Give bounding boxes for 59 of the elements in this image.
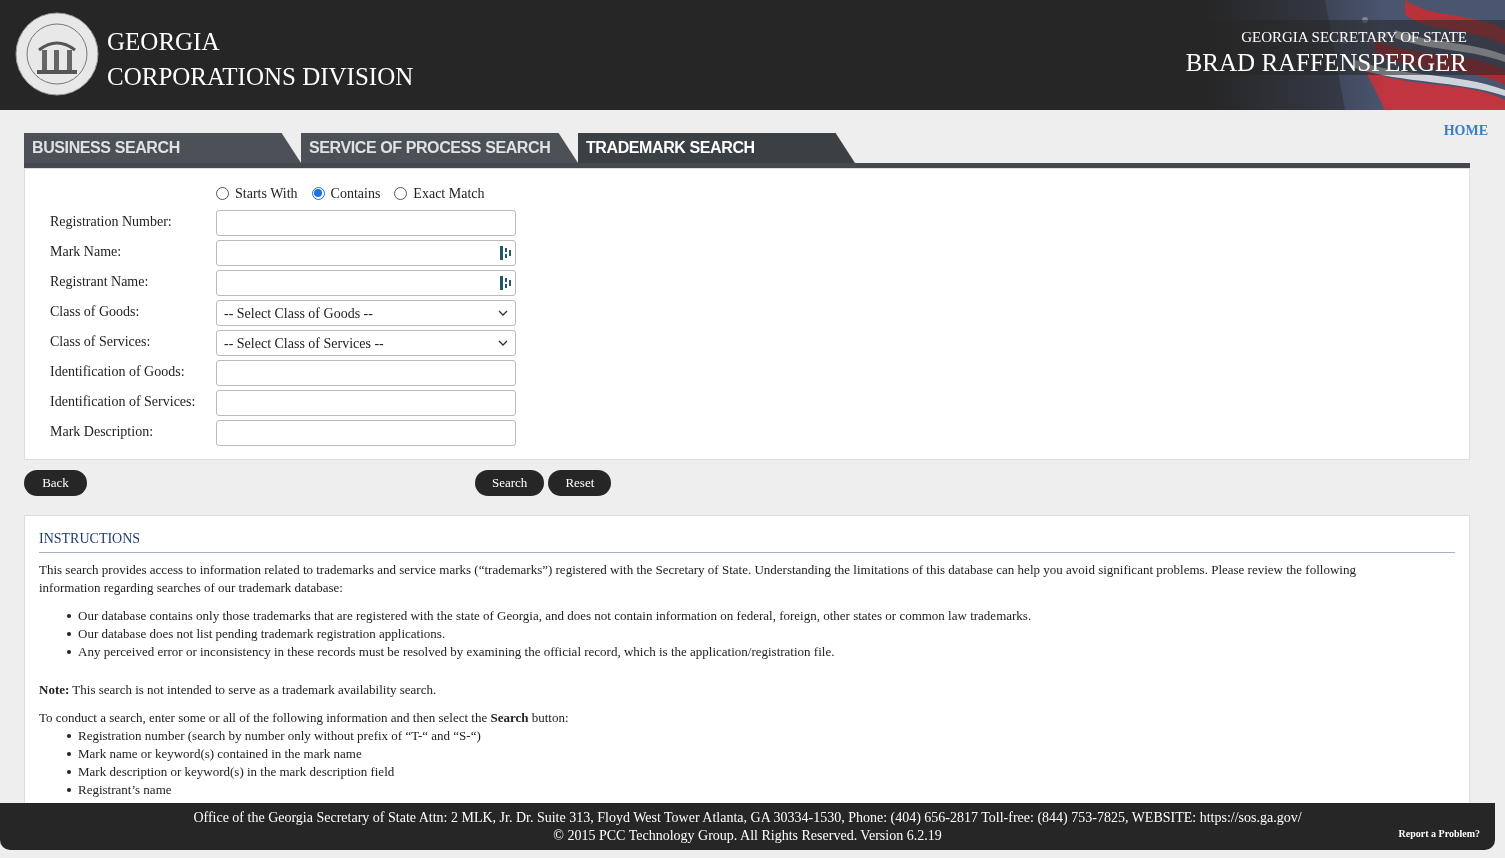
site-title: CORPORATIONS DIVISION xyxy=(107,62,414,92)
bullet-text: Registrant’s name xyxy=(78,781,172,799)
field-label: Class of Services: xyxy=(49,333,152,351)
note-text: Note: This search is not intended to serve as a trademark availability search. xyxy=(39,681,438,699)
radio-button[interactable] xyxy=(311,186,325,200)
back-button[interactable]: Back xyxy=(24,470,87,496)
bullet-text: Our database contains only those trademarks that are registered with the state of Georgia, and does not contain information on federal, foreign, other states or common law trademarks. xyxy=(78,607,1032,625)
header-subtitle: GEORGIA SECRETARY OF STATE xyxy=(1241,28,1467,47)
tab[interactable]: TRADEMARK SEARCH xyxy=(578,133,855,163)
input-field[interactable] xyxy=(216,360,516,386)
radio-label: Contains xyxy=(330,184,381,203)
site-title: GEORGIA xyxy=(107,27,221,57)
radio-label: Exact Match xyxy=(413,184,485,203)
chevron-down-icon xyxy=(498,310,508,316)
autofill-icon xyxy=(500,246,511,260)
input-field[interactable] xyxy=(216,240,516,266)
official-name: BRAD RAFFENSPERGER xyxy=(1185,48,1467,78)
input-field[interactable] xyxy=(216,270,516,296)
bullet-icon xyxy=(67,632,71,636)
bullet-text: Mark name or keyword(s) contained in the mark name xyxy=(78,745,362,763)
bullet-icon xyxy=(67,734,71,738)
bullet-text: Our database does not list pending trademark registration applications. xyxy=(78,625,446,643)
bullet-text: Mark description or keyword(s) in the mark description field xyxy=(78,763,395,781)
bullet-icon xyxy=(67,770,71,774)
report-link[interactable]: Report a Problem? xyxy=(1398,825,1480,843)
chevron-down-icon xyxy=(498,340,508,346)
field-label: Mark Description: xyxy=(49,423,155,441)
radio-label: Starts With xyxy=(235,184,298,203)
footer-text: Office of the Georgia Secretary of State Attn: 2 MLK, Jr. Dr. Suite 313, Floyd West Tower Atlanta, GA 30334-1530, Phone: (404) 656-2817 Toll-free: (844) 753-7825, WEBSITE: https://sos.ga.gov/ xyxy=(193,808,1302,827)
input-field[interactable] xyxy=(216,420,516,446)
tab[interactable]: SERVICE OF PROCESS SEARCH xyxy=(301,133,578,163)
bullet-icon xyxy=(67,752,71,756)
action-button[interactable]: Reset xyxy=(548,470,612,496)
seal-icon xyxy=(15,12,99,96)
action-button[interactable]: Search xyxy=(475,470,545,496)
bullet-text: Registration number (search by number only without prefix of “T-“ and “S-“) xyxy=(78,727,481,745)
field-label: Registrant Name: xyxy=(49,273,150,291)
field-label: Registration Number: xyxy=(49,213,173,231)
section-heading: INSTRUCTIONS xyxy=(39,530,1455,553)
dropdown[interactable]: -- Select Class of Services -- xyxy=(216,330,516,356)
home-link[interactable]: HOME xyxy=(1443,120,1488,141)
input-field[interactable] xyxy=(216,210,516,236)
instruction-text: To conduct a search, enter some or all of the following information and then select the Search button: xyxy=(39,709,570,727)
radio-button[interactable] xyxy=(216,186,229,200)
field-label: Class of Goods: xyxy=(49,303,141,321)
tab[interactable]: BUSINESS SEARCH xyxy=(24,133,301,163)
bullet-icon xyxy=(67,788,71,792)
dropdown[interactable]: -- Select Class of Goods -- xyxy=(216,300,516,326)
field-label: Mark Name: xyxy=(49,243,123,261)
radio-button[interactable] xyxy=(394,186,408,200)
intro-paragraph: This search provides access to information related to trademarks and service marks (“trademarks”) registered with the Secretary of State. Understanding the limitations of this database can help you avoid significant problems. Please review the following information regarding searches of our trademark database: xyxy=(39,561,1357,597)
input-field[interactable] xyxy=(216,390,516,416)
bullet-icon xyxy=(67,650,71,654)
autofill-icon xyxy=(500,276,511,290)
field-label: Identification of Services: xyxy=(49,393,197,411)
bullet-text: Any perceived error or inconsistency in these records must be resolved by examining the official record, which is the application/registration file. xyxy=(78,643,835,661)
bullet-icon xyxy=(67,614,71,618)
footer-text: © 2015 PCC Technology Group. All Rights Reserved. Version 6.2.19 xyxy=(553,826,942,845)
field-label: Identification of Goods: xyxy=(49,363,186,381)
